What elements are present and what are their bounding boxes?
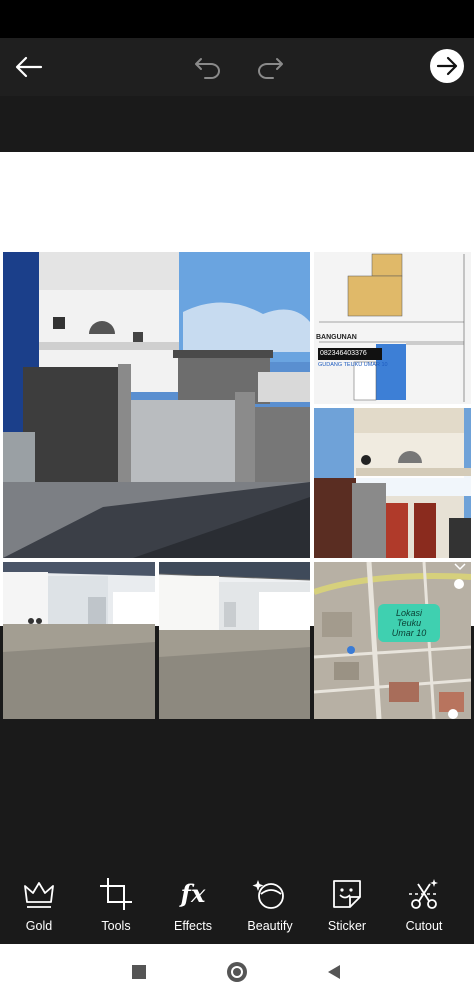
arrow-right-circle-icon <box>436 56 458 76</box>
system-nav-bar <box>0 944 474 1000</box>
building-front-photo[interactable] <box>3 252 310 558</box>
tool-sticker-label: Sticker <box>327 919 367 933</box>
arrow-left-icon <box>15 56 43 78</box>
undo-button[interactable] <box>190 49 226 85</box>
floor-plan-photo[interactable]: BANGUNAN 082346403376 GUDANG TEUKU UMAR … <box>314 252 471 404</box>
square-icon <box>132 965 146 979</box>
map-label-line2: Teuku <box>396 618 422 628</box>
fx-icon: fx <box>180 879 206 908</box>
sticker-icon <box>333 880 361 908</box>
tool-gold-label: Gold <box>25 919 53 933</box>
home-button[interactable] <box>223 958 251 986</box>
triangle-back-icon <box>328 965 340 979</box>
circle-icon <box>227 962 247 982</box>
warehouse-interior-right-photo[interactable] <box>159 562 310 719</box>
tool-tools[interactable]: Tools <box>77 866 155 944</box>
warehouse-interior-left-photo[interactable] <box>3 562 155 719</box>
status-bar <box>0 0 474 38</box>
plan-caption: GUDANG TEUKU UMAR 10 <box>318 362 388 368</box>
photo-collage[interactable]: BANGUNAN 082346403376 GUDANG TEUKU UMAR … <box>0 152 474 719</box>
recents-button[interactable] <box>125 958 153 986</box>
building-entrance-photo[interactable] <box>314 408 471 558</box>
tool-beautify[interactable]: Beautify <box>231 866 309 944</box>
back-button[interactable] <box>10 48 48 86</box>
editor-toolbar: Gold Tools fx Effects Beautify Sticker C… <box>0 866 474 944</box>
editor-top-bar <box>0 38 474 96</box>
plan-phone-number: 082346403376 <box>318 348 382 360</box>
next-button[interactable] <box>430 49 464 83</box>
tool-effects-label: Effects <box>174 919 212 933</box>
tool-beautify-label: Beautify <box>247 919 293 933</box>
tool-effects[interactable]: fx Effects <box>154 866 232 944</box>
system-back-button[interactable] <box>320 958 348 986</box>
plan-heading: BANGUNAN <box>316 334 357 341</box>
crop-icon <box>100 878 132 910</box>
crown-icon <box>24 882 54 908</box>
tool-sticker[interactable]: Sticker <box>308 866 386 944</box>
face-sparkle-icon <box>252 880 284 909</box>
redo-icon <box>258 58 283 79</box>
cutout-icon <box>409 879 439 909</box>
map-label-line3: Umar 10 <box>391 628 427 638</box>
tool-cutout-label: Cutout <box>405 919 443 933</box>
tool-tools-label: Tools <box>101 919 131 933</box>
redo-button[interactable] <box>252 49 288 85</box>
map-location-label: Lokasi Teuku Umar 10 <box>378 604 440 642</box>
map-label-line1: Lokasi <box>395 608 422 618</box>
tool-gold[interactable]: Gold <box>0 866 78 944</box>
undo-icon <box>195 58 220 79</box>
map-screenshot-photo[interactable]: Lokasi Teuku Umar 10 <box>314 562 471 719</box>
tool-cutout[interactable]: Cutout <box>385 866 463 944</box>
